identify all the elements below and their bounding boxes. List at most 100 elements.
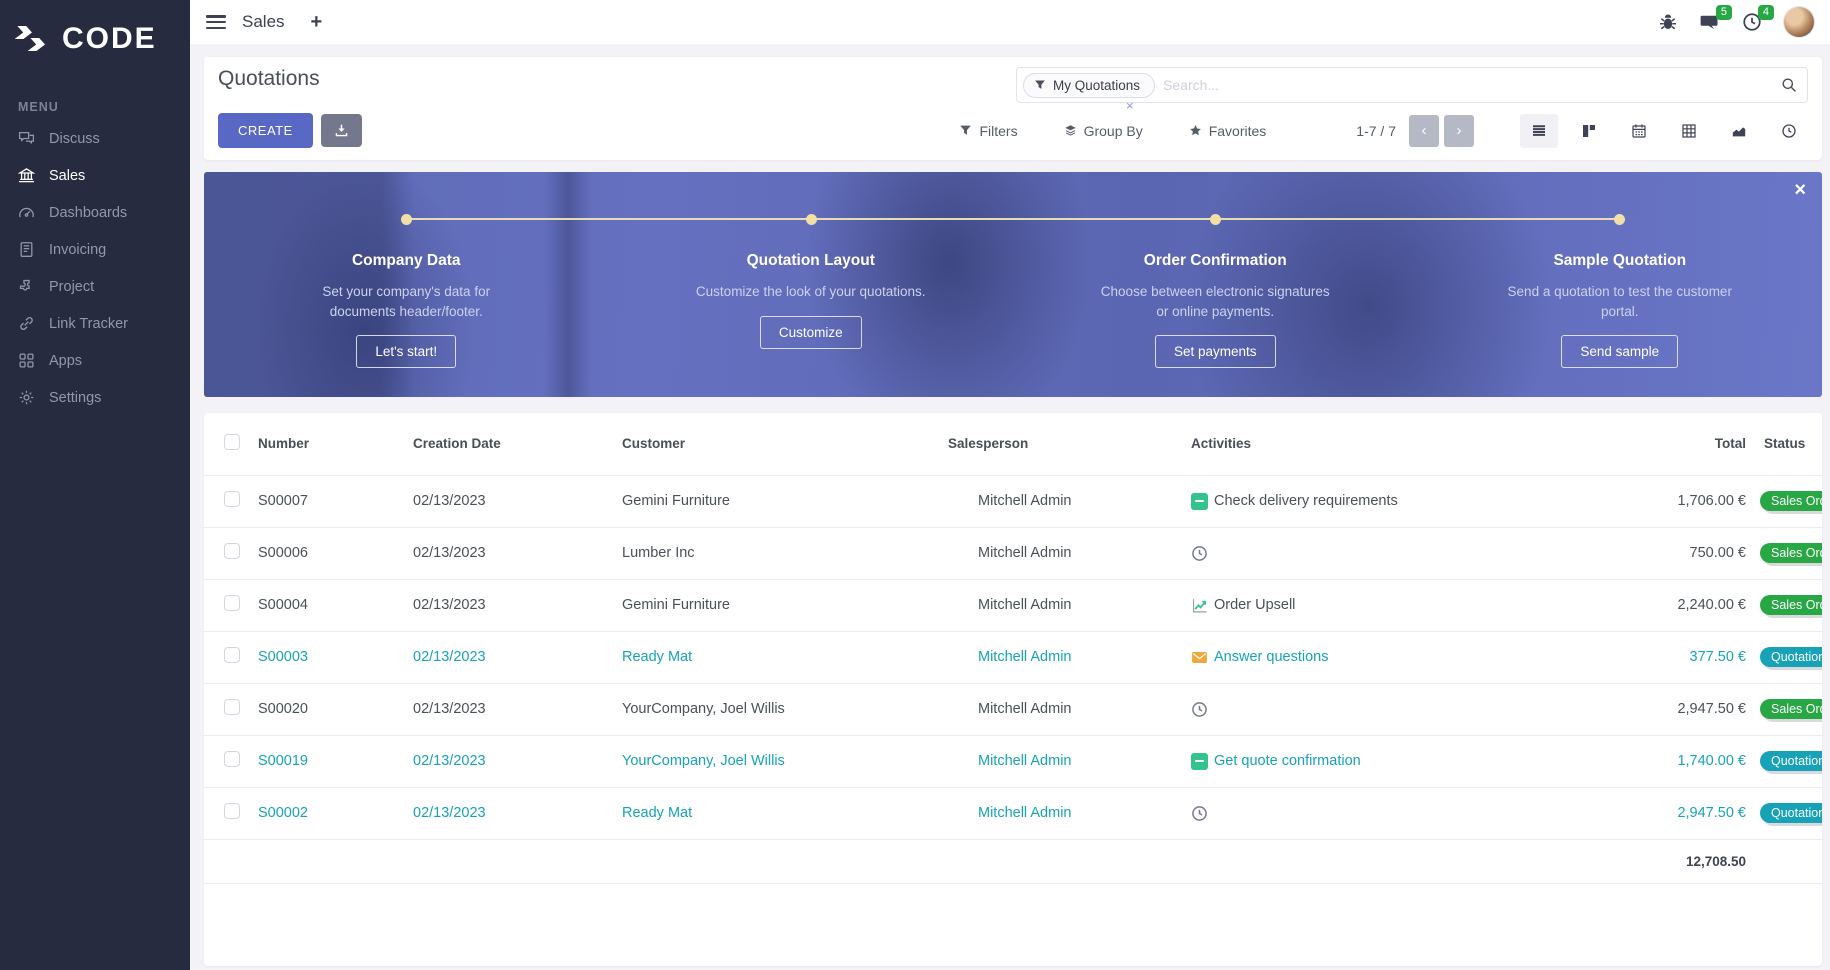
column-header-status[interactable]: Status [1750,413,1822,475]
activity-cell[interactable]: Order Upsell [1191,597,1613,614]
step-action-button[interactable]: Set payments [1154,335,1276,369]
activity-cell[interactable]: Answer questions [1191,649,1613,666]
activity-label: Get quote confirmation [1214,753,1361,769]
onboarding-steps: Company Data Set your company's data for … [204,172,1822,397]
remove-filter-icon[interactable]: × [1126,98,1134,113]
activity-cell[interactable]: Get quote confirmation [1191,752,1613,770]
funnel-icon [1035,80,1045,89]
quotation-row-S00004[interactable]: S00004 02/13/2023 Gemini Furniture Mitchell… [204,578,1822,631]
cell-customer: Ready Mat [618,630,944,683]
list-activity-icon [1191,752,1208,770]
column-header-customer[interactable]: Customer [618,413,944,475]
apps-icon [18,352,35,369]
cell-number: S00007 [254,474,409,527]
sidebar-item-discuss[interactable]: Discuss [0,120,190,157]
search-bar[interactable]: My Quotations [1016,67,1808,103]
filters-button[interactable]: Filters [959,123,1018,139]
sidebar: CODE MENU Discuss Sales Dashboards Invoicin… [0,0,190,970]
step-description: Set your company's data for documents he… [322,284,491,319]
column-header-number[interactable]: Number [254,413,409,475]
row-checkbox[interactable] [224,647,240,663]
activity-cell[interactable] [1191,805,1613,822]
kanban-view-icon [1583,124,1595,137]
step-action-button[interactable]: Customize [759,315,862,349]
sidebar-item-label: Dashboards [49,204,128,221]
view-list-button[interactable] [1520,113,1558,148]
activity-label: Check delivery requirements [1214,493,1398,509]
column-header-total[interactable]: Total [1617,413,1750,475]
sidebar-item-settings[interactable]: Settings [0,379,190,416]
messages-icon[interactable]: 5 [1700,5,1732,32]
step-action-button[interactable]: Send sample [1561,335,1679,369]
filter-chip-my-quotations[interactable]: My Quotations [1023,72,1156,98]
view-calendar-button[interactable] [1620,114,1658,148]
select-all-checkbox[interactable] [224,434,240,451]
favorites-button[interactable]: Favorites [1189,123,1266,139]
activity-label: Order Upsell [1214,597,1296,613]
quotation-row-S00019[interactable]: S00019 02/13/2023 YourCompany, Joel Willis… [204,734,1822,787]
view-pivot-button[interactable] [1670,114,1708,148]
status-badge: Quotation [1760,751,1822,771]
hamburger-menu-icon[interactable] [206,15,226,29]
pager-prev-button[interactable]: ‹ [1409,114,1439,147]
cell-creation-date: 02/13/2023 [409,526,618,579]
row-checkbox[interactable] [224,595,240,611]
timeline-dot [401,213,413,225]
footer-total: 12,708.50 [1617,838,1750,884]
row-checkbox[interactable] [224,803,240,819]
cell-total: 2,240.00 € [1617,578,1750,631]
salesperson-avatar [948,698,970,720]
sidebar-item-invoicing[interactable]: Invoicing [0,231,190,268]
sidebar-item-link-tracker[interactable]: Link Tracker [0,305,190,342]
row-checkbox[interactable] [224,699,240,715]
project-icon [18,278,35,295]
view-kanban-button[interactable] [1570,114,1608,148]
activity-view-icon [1782,123,1796,138]
view-graph-button[interactable] [1720,114,1758,148]
cell-salesperson: Mitchell Admin [978,753,1072,769]
quotation-row-S00002[interactable]: S00002 02/13/2023 Ready Mat Mitchell Admin 2… [204,786,1822,839]
quotation-row-S00003[interactable]: S00003 02/13/2023 Ready Mat Mitchell Admin A… [204,630,1822,683]
banner-close-icon[interactable]: × [1794,180,1806,200]
column-header-activities[interactable]: Activities [1187,413,1617,475]
add-tab-button[interactable]: + [311,11,323,34]
app-logo[interactable]: CODE [0,0,190,86]
sidebar-item-label: Project [49,278,95,295]
column-header-salesperson[interactable]: Salesperson [944,413,1187,475]
group-by-button[interactable]: Group By [1064,123,1143,139]
pager-next-button[interactable]: › [1444,114,1474,147]
row-checkbox[interactable] [224,543,240,559]
sidebar-item-sales[interactable]: Sales [0,157,190,194]
onboarding-step-sample-quotation: Sample Quotation Send a quotation to test… [1418,172,1823,397]
topbar: Sales + 5 4 [190,0,1830,44]
cell-creation-date: 02/13/2023 [409,630,618,683]
activity-cell[interactable] [1191,701,1613,718]
quotation-row-S00006[interactable]: S00006 02/13/2023 Lumber Inc Mitchell Admin… [204,526,1822,579]
bug-icon[interactable] [1658,12,1678,32]
cell-creation-date: 02/13/2023 [409,578,618,631]
sidebar-item-dashboards[interactable]: Dashboards [0,194,190,231]
search-input[interactable] [1155,77,1781,93]
quotation-row-S00007[interactable]: S00007 02/13/2023 Gemini Furniture Mitchell… [204,474,1822,527]
row-checkbox[interactable] [224,751,240,767]
user-avatar[interactable] [1784,7,1814,37]
search-icon[interactable] [1781,77,1797,93]
step-title: Company Data [351,252,461,269]
activities-clock-icon[interactable]: 4 [1742,5,1774,32]
create-button[interactable]: CREATE [218,113,313,148]
invoicing-icon [18,241,35,258]
step-action-button[interactable]: Let's start! [356,335,457,369]
row-checkbox[interactable] [224,491,240,507]
column-header-creation-date[interactable]: Creation Date [409,413,618,475]
activity-cell[interactable]: Check delivery requirements [1191,492,1613,510]
logo-icon [16,26,52,52]
download-icon [335,124,348,137]
tab-sales[interactable]: Sales [242,12,285,32]
sidebar-item-apps[interactable]: Apps [0,342,190,379]
sidebar-item-project[interactable]: Project [0,268,190,305]
quotation-row-S00020[interactable]: S00020 02/13/2023 YourCompany, Joel Willis… [204,682,1822,735]
activity-cell[interactable] [1191,545,1613,562]
export-button[interactable] [320,114,362,147]
view-activity-button[interactable] [1770,114,1808,148]
cell-salesperson: Mitchell Admin [978,649,1072,665]
